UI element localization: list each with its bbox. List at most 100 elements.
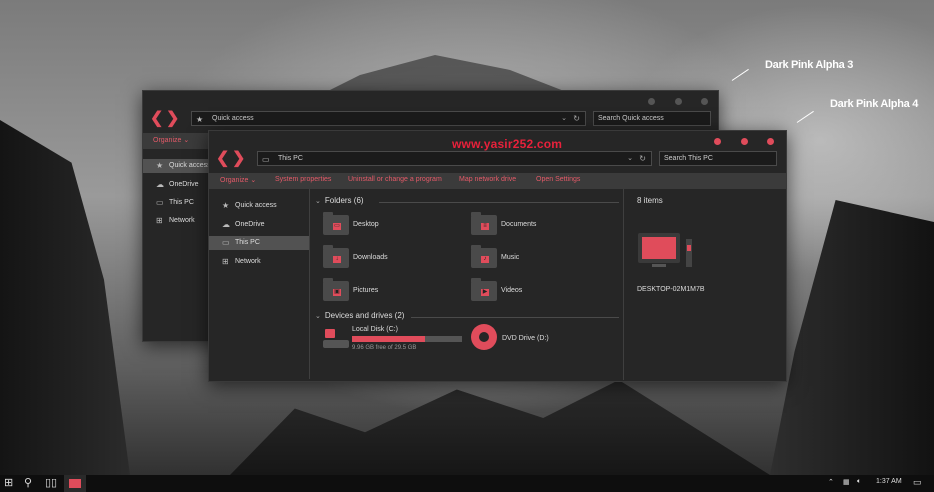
address-row: ❮ ❯ ▭ This PC ⌄ ↻ Search This PC [209,149,786,169]
ribbon: Organize ⌄ System properties Uninstall o… [209,173,786,189]
search-input[interactable]: Search This PC [659,151,777,166]
folder-icon: ≡ [471,212,497,235]
network-icon[interactable]: ▦ [843,478,850,486]
folder-music[interactable]: ♪ Music [471,245,611,272]
desktop-icon: ▭ [333,223,341,230]
notification-icon[interactable]: ▭ [913,477,922,488]
nav-label: This PC [169,199,194,206]
computer-name: DESKTOP-02M1M7B [637,286,705,293]
map-network-drive-button[interactable]: Map network drive [459,176,516,183]
download-arrow-icon: ↓ [333,256,341,263]
forward-arrow-icon[interactable]: ❯ [232,150,245,168]
section-divider [411,317,619,318]
nav-label: OneDrive [235,221,265,228]
system-properties-button[interactable]: System properties [275,176,331,183]
back-arrow-icon[interactable]: ❮ [216,150,229,168]
search-placeholder: Search Quick access [598,115,664,122]
organize-label: Organize [220,177,249,184]
address-text: Quick access [212,115,254,122]
minimize-button[interactable] [648,98,655,105]
dvd-disc-icon [471,324,497,350]
close-button[interactable] [701,98,708,105]
picture-icon: ▣ [333,289,341,296]
folder-label: Desktop [353,221,379,228]
music-note-icon: ♪ [481,256,489,263]
folder-label: Documents [501,221,537,228]
address-bar[interactable]: ★ Quick access ⌄ ↻ [191,111,586,126]
document-icon: ≡ [481,223,489,230]
search-icon[interactable]: ⚲ [24,477,32,490]
chevron-up-icon[interactable]: ⌃ [828,478,834,486]
nav-item-network[interactable]: ⊞ Network [209,255,309,269]
open-settings-button[interactable]: Open Settings [536,176,580,183]
nav-label: This PC [235,239,260,246]
folder-documents[interactable]: ≡ Documents [471,212,611,239]
section-title: Folders (6) [324,196,364,205]
folder-label: Music [501,254,520,261]
star-icon: ★ [196,115,204,124]
nav-item-onedrive[interactable]: ☁ OneDrive [209,218,309,232]
search-input[interactable]: Search Quick access [593,111,711,126]
folder-desktop[interactable]: ▭ Desktop [323,212,463,239]
folder-label: Downloads [353,254,388,261]
drive-dvd[interactable]: DVD Drive (D:) [471,324,621,354]
refresh-icon[interactable]: ↻ [639,152,646,165]
disk-usage-bar [352,336,462,342]
back-arrow-icon[interactable]: ❮ [150,110,163,128]
chevron-down-icon: ⌄ [183,137,190,144]
rock-left [0,120,130,475]
organize-label: Organize [153,137,182,144]
chevron-down-icon[interactable]: ⌄ [561,112,567,125]
devices-section-header[interactable]: ⌄ Devices and drives (2) [315,311,404,320]
search-placeholder: Search This PC [664,155,713,162]
nav-item-quick-access[interactable]: ★ Quick access [209,199,309,213]
monitor-icon: ▭ [262,155,270,164]
folder-downloads[interactable]: ↓ Downloads [323,245,463,272]
windows-icon[interactable]: ⊞ [4,477,13,490]
folders-section-header[interactable]: ⌄ Folders (6) [315,196,364,205]
volume-icon[interactable]: 🔈︎ [857,478,861,486]
drive-label: DVD Drive (D:) [502,335,549,342]
nav-item-this-pc[interactable]: ▭ This PC [209,236,309,250]
drive-local-disk[interactable]: Local Disk (C:) 9.96 GB free of 29.5 GB [321,326,471,356]
task-view-icon[interactable]: ▯▯ [45,477,57,490]
nav-label: Quick access [169,162,211,169]
explorer-window-this-pc[interactable]: ❮ ❯ ▭ This PC ⌄ ↻ Search This PC Organiz… [208,130,787,382]
nav-label: Network [235,258,261,265]
chevron-down-icon: ⌄ [315,198,321,205]
drive-free-space: 9.96 GB free of 29.5 GB [352,345,417,351]
chevron-down-icon[interactable]: ⌄ [627,152,633,165]
network-icon: ⊞ [156,216,163,225]
organize-menu[interactable]: Organize ⌄ [220,176,256,184]
uninstall-program-button[interactable]: Uninstall or change a program [348,176,442,183]
address-text: This PC [278,155,303,162]
annotation-alpha4: Dark Pink Alpha 4 [830,98,919,110]
chevron-down-icon: ⌄ [315,313,321,320]
address-bar[interactable]: ▭ This PC ⌄ ↻ [257,151,652,166]
computer-icon [638,233,698,273]
folder-pictures[interactable]: ▣ Pictures [323,278,463,305]
clock[interactable]: 1:37 AM [876,478,902,485]
folder-videos[interactable]: ▶ Videos [471,278,611,305]
minimize-button[interactable] [714,138,721,145]
watermark: www.yasir252.com [452,137,563,151]
folder-icon: ▶ [471,278,497,301]
monitor-icon: ▭ [222,238,230,247]
folder-icon: ↓ [323,245,349,268]
forward-arrow-icon[interactable]: ❯ [166,110,179,128]
network-icon: ⊞ [222,257,229,266]
maximize-button[interactable] [741,138,748,145]
refresh-icon[interactable]: ↻ [573,112,580,125]
star-icon: ★ [222,201,230,210]
organize-menu[interactable]: Organize ⌄ [153,136,189,144]
file-explorer-taskbar-button[interactable] [64,475,86,492]
folder-icon: ▭ [323,212,349,235]
rock-right [770,200,934,475]
section-divider [379,202,619,203]
maximize-button[interactable] [675,98,682,105]
close-button[interactable] [767,138,774,145]
star-icon: ★ [156,161,164,170]
section-title: Devices and drives (2) [324,311,405,320]
hard-drive-icon [323,329,349,351]
file-explorer-icon [69,479,81,488]
